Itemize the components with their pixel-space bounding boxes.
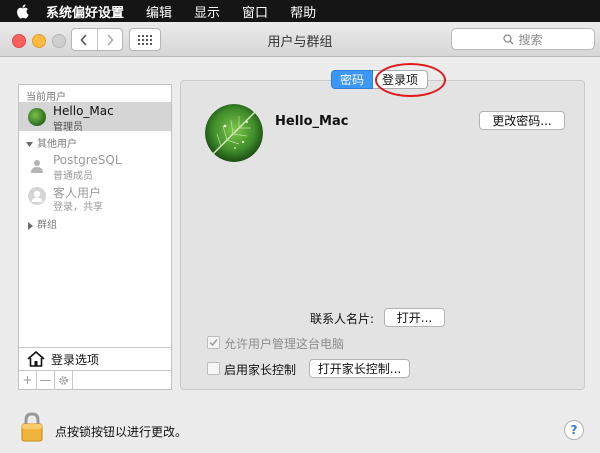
search-field[interactable]: 搜索 xyxy=(451,28,595,50)
remove-user-button[interactable]: — xyxy=(37,371,55,389)
groups-header: 群组 xyxy=(37,220,57,231)
highlight-circle xyxy=(375,63,446,97)
user-detail-panel: Hello_Mac 更改密码... 联系人名片: 打开... 允许用户管理这台电… xyxy=(180,80,585,390)
user-picture[interactable] xyxy=(205,104,263,162)
lock-icon[interactable] xyxy=(20,412,44,442)
house-icon xyxy=(27,351,45,367)
contact-card-label: 联系人名片: xyxy=(310,312,375,326)
change-password-button[interactable]: 更改密码... xyxy=(479,111,565,130)
parental-controls-checkbox[interactable] xyxy=(207,362,220,375)
user-row-guest[interactable]: 客人用户 登录，共享 xyxy=(19,182,171,213)
menu-view[interactable]: 显示 xyxy=(194,2,220,21)
disclosure-down-icon[interactable] xyxy=(26,137,33,151)
back-button[interactable] xyxy=(72,29,97,50)
other-users-header: 其他用户 xyxy=(37,139,77,150)
bottom-bar: 点按锁按钮以进行更改。 ? xyxy=(0,398,600,453)
guest-user-icon xyxy=(28,187,46,208)
navigation-buttons xyxy=(71,28,123,51)
lock-hint-text: 点按锁按钮以进行更改。 xyxy=(55,425,188,439)
forward-button[interactable] xyxy=(96,29,123,50)
allow-admin-label: 允许用户管理这台电脑 xyxy=(224,337,345,351)
open-parental-controls-button[interactable]: 打开家长控制... xyxy=(309,359,410,378)
minimize-window-button[interactable] xyxy=(32,34,46,48)
user-silhouette-icon xyxy=(30,159,44,176)
menu-edit[interactable]: 编辑 xyxy=(146,2,172,21)
menu-bar: 系统偏好设置 编辑 显示 窗口 帮助 xyxy=(0,0,600,22)
apple-menu-icon[interactable] xyxy=(14,3,30,19)
add-user-button[interactable]: + xyxy=(19,371,37,389)
disclosure-right-icon[interactable] xyxy=(27,219,34,233)
user-name: Hello_Mac xyxy=(53,104,114,118)
window-toolbar: 用户与群组 搜索 xyxy=(0,22,600,57)
close-window-button[interactable] xyxy=(12,34,26,48)
user-role: 普通成员 xyxy=(53,171,93,182)
user-name: PostgreSQL xyxy=(53,153,122,167)
menu-help[interactable]: 帮助 xyxy=(290,2,316,21)
parental-controls-label: 启用家长控制 xyxy=(224,363,297,377)
show-all-button[interactable] xyxy=(129,28,161,51)
menu-system-preferences[interactable]: 系统偏好设置 xyxy=(46,2,124,21)
zoom-window-button[interactable] xyxy=(52,34,66,48)
menu-window[interactable]: 窗口 xyxy=(242,2,268,21)
login-options-item[interactable]: 登录选项 xyxy=(19,347,171,370)
open-contact-card-button[interactable]: 打开... xyxy=(384,308,445,327)
action-menu-button[interactable] xyxy=(55,371,73,389)
sidebar-toolbar: + — xyxy=(19,370,171,389)
panel-user-name: Hello_Mac xyxy=(275,114,349,129)
allow-admin-checkbox[interactable] xyxy=(207,336,220,349)
search-placeholder: 搜索 xyxy=(518,32,543,47)
user-role: 管理员 xyxy=(53,122,83,133)
chevron-right-icon xyxy=(107,33,114,46)
help-button[interactable]: ? xyxy=(564,420,584,440)
window-title: 用户与群组 xyxy=(267,35,333,50)
login-options-label: 登录选项 xyxy=(51,352,100,367)
current-users-header: 当前用户 xyxy=(26,92,66,103)
tab-password[interactable]: 密码 xyxy=(331,70,373,89)
user-avatar xyxy=(28,108,46,126)
gear-icon xyxy=(59,375,68,385)
users-sidebar: 当前用户 Hello_Mac 管理员 其他用户 PostgreSQL 普通成员 … xyxy=(18,84,172,390)
user-role: 登录，共享 xyxy=(53,202,103,213)
search-icon xyxy=(503,33,514,44)
chevron-left-icon xyxy=(80,33,87,46)
user-row-postgresql[interactable]: PostgreSQL 普通成员 xyxy=(19,151,171,182)
user-row-hello-mac[interactable]: Hello_Mac 管理员 xyxy=(19,102,171,133)
grid-icon xyxy=(138,34,152,45)
checkmark-icon xyxy=(209,339,218,347)
